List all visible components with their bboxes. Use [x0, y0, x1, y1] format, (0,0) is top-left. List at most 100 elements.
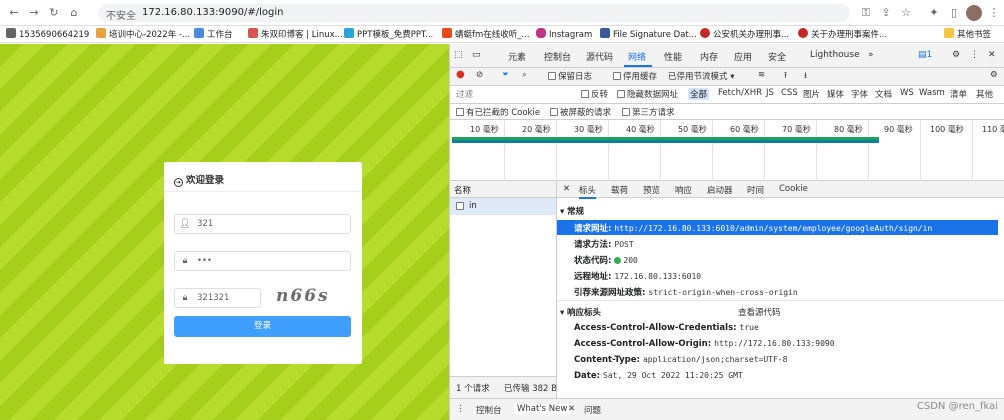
- key-icon[interactable]: ⚿: [858, 5, 874, 21]
- tab-preview[interactable]: 预览: [643, 184, 660, 196]
- tab-timing[interactable]: 时间: [747, 184, 764, 196]
- captcha-image[interactable]: n66s: [276, 286, 350, 308]
- bookmark-item[interactable]: 1535690664219: [6, 28, 89, 40]
- filter-type-media[interactable]: 媒体: [827, 88, 844, 100]
- response-headers-title[interactable]: 响应标头: [560, 306, 601, 318]
- sidepanel-icon[interactable]: ▯: [946, 5, 962, 21]
- device-icon[interactable]: ▭: [472, 50, 481, 60]
- bookmark-item[interactable]: Instagram: [536, 28, 592, 40]
- request-url-row[interactable]: 请求网址: http://172.16.80.133:6010/admin/sys…: [557, 220, 998, 235]
- bookmark-item[interactable]: 关于办理刑事案件...: [798, 28, 887, 40]
- star-icon[interactable]: ☆: [898, 5, 914, 21]
- network-timeline[interactable]: 10 毫秒 20 毫秒 30 毫秒 40 毫秒 50 毫秒 60 毫秒 70 毫…: [450, 120, 1004, 181]
- tab-cookies[interactable]: Cookie: [779, 184, 808, 194]
- back-icon[interactable]: ←: [6, 5, 22, 21]
- filter-icon[interactable]: ⏷: [502, 70, 509, 80]
- record-icon[interactable]: ●: [456, 69, 465, 80]
- tab-console[interactable]: 控制台: [544, 50, 571, 63]
- request-row[interactable]: in: [450, 198, 556, 215]
- tab-memory[interactable]: 内存: [700, 50, 718, 63]
- general-section-title[interactable]: 常规: [560, 205, 584, 217]
- avatar[interactable]: [966, 5, 982, 21]
- close-detail-icon[interactable]: ✕: [563, 184, 570, 194]
- tab-network[interactable]: 网络: [628, 50, 646, 63]
- filter-type-wasm[interactable]: Wasm: [919, 88, 945, 98]
- third-party-checkbox[interactable]: 第三方请求: [622, 106, 675, 118]
- reload-icon[interactable]: ↻: [46, 5, 62, 21]
- filter-input[interactable]: 过滤: [456, 88, 473, 100]
- home-icon[interactable]: ⌂: [66, 5, 82, 21]
- filter-type-ws[interactable]: WS: [900, 88, 914, 98]
- bookmark-item[interactable]: File Signature Dat...: [600, 28, 697, 40]
- timeline-tick: 10 毫秒: [470, 125, 499, 134]
- url-text[interactable]: 172.16.80.133:9090/#/login: [142, 7, 283, 18]
- preserve-log-checkbox[interactable]: 保留日志: [548, 70, 592, 82]
- password-input[interactable]: 🔒︎ •••: [174, 251, 351, 271]
- tab-response[interactable]: 响应: [675, 184, 692, 196]
- address-bar[interactable]: 不安全 172.16.80.133:9090/#/login: [98, 4, 850, 22]
- username-input[interactable]: 👤︎ 321: [174, 214, 351, 234]
- tab-application[interactable]: 应用: [734, 50, 752, 63]
- blocked-cookies-checkbox[interactable]: 有已拦截的 Cookie: [456, 106, 540, 118]
- tab-initiator[interactable]: 启动器: [707, 184, 733, 196]
- more-tabs[interactable]: »: [868, 50, 874, 60]
- drawer-tab-issues[interactable]: 问题: [584, 404, 601, 416]
- upload-icon[interactable]: ⭱: [784, 70, 787, 84]
- search-icon[interactable]: ⌕: [522, 70, 527, 80]
- menu-icon[interactable]: ⋮: [986, 5, 1002, 21]
- filter-type-other[interactable]: 其他: [976, 88, 993, 100]
- filter-type-manifest[interactable]: 清单: [950, 88, 967, 100]
- clear-icon[interactable]: ⊘: [476, 70, 483, 80]
- devtools-tabbar: ⬚ ▭ 元素 控制台 源代码 网络 性能 内存 应用 安全 Lighthouse…: [450, 44, 1004, 68]
- tab-payload[interactable]: 载荷: [611, 184, 628, 196]
- disable-cache-checkbox[interactable]: 停用缓存: [613, 70, 657, 82]
- insecure-label[interactable]: 不安全: [106, 7, 136, 22]
- tab-performance[interactable]: 性能: [664, 50, 682, 63]
- drawer-tab-whats-new[interactable]: What's New: [514, 404, 571, 414]
- inspect-icon[interactable]: ⬚: [454, 50, 463, 60]
- bookmark-item[interactable]: 公安机关办理刑事...: [700, 28, 789, 40]
- download-icon[interactable]: ⭳: [804, 70, 807, 84]
- view-source-link[interactable]: 查看源代码: [738, 306, 781, 318]
- captcha-input[interactable]: 🔒︎ 321321: [174, 288, 261, 308]
- tab-security[interactable]: 安全: [768, 50, 786, 63]
- timeline-tick: 90 毫秒: [884, 125, 913, 134]
- kebab-icon[interactable]: ⋮: [970, 50, 979, 60]
- tab-lighthouse[interactable]: Lighthouse: [810, 50, 860, 60]
- issues-badge[interactable]: ▤1: [918, 50, 932, 60]
- close-icon[interactable]: ✕: [988, 50, 996, 60]
- drawer-close-icon[interactable]: ✕: [568, 404, 575, 414]
- gear-icon[interactable]: ⚙: [952, 50, 960, 60]
- tab-headers[interactable]: 标头: [579, 184, 597, 199]
- panel-splitter[interactable]: [556, 181, 557, 398]
- tab-elements[interactable]: 元素: [508, 50, 526, 63]
- bookmark-item[interactable]: PPT模板_免费PPT...: [344, 28, 433, 40]
- bookmark-item[interactable]: 朱双印博客 | Linux...: [248, 28, 343, 40]
- filter-type-all[interactable]: 全部: [688, 88, 710, 100]
- invert-checkbox[interactable]: 反转: [581, 88, 608, 100]
- throttle-select[interactable]: 已停用节流模式 ▾: [668, 70, 734, 82]
- filter-type-fetch[interactable]: Fetch/XHR: [718, 88, 762, 98]
- filter-bar: 过滤 反转 隐藏数据网址 全部 Fetch/XHR JS CSS 图片 媒体 字…: [450, 86, 1004, 104]
- request-list-header[interactable]: 名称: [450, 181, 556, 198]
- bookmark-item[interactable]: 培训中心-2022年 -...: [96, 28, 190, 40]
- filter-type-img[interactable]: 图片: [803, 88, 820, 100]
- share-icon[interactable]: ⇪: [878, 5, 894, 21]
- bookmark-folder[interactable]: 其他书签: [944, 28, 991, 40]
- bookmark-item[interactable]: 蜻蜓fm在线收听_...: [442, 28, 530, 40]
- filter-type-font[interactable]: 字体: [851, 88, 868, 100]
- wifi-icon[interactable]: ≋: [758, 70, 765, 80]
- forward-icon[interactable]: →: [26, 5, 42, 21]
- extensions-icon[interactable]: ✦: [926, 5, 942, 21]
- hide-data-urls-checkbox[interactable]: 隐藏数据网址: [617, 88, 678, 100]
- login-button[interactable]: 登录: [174, 316, 351, 337]
- filter-type-doc[interactable]: 文档: [875, 88, 892, 100]
- filter-type-css[interactable]: CSS: [781, 88, 798, 98]
- filter-type-js[interactable]: JS: [766, 88, 774, 98]
- tab-sources[interactable]: 源代码: [586, 50, 613, 63]
- bookmark-item[interactable]: 工作台: [194, 28, 233, 40]
- drawer-menu-icon[interactable]: ⋮: [456, 404, 465, 414]
- network-settings-icon[interactable]: ⚙: [990, 70, 998, 80]
- drawer-tab-console[interactable]: 控制台: [476, 404, 502, 416]
- blocked-requests-checkbox[interactable]: 被屏蔽的请求: [550, 106, 611, 118]
